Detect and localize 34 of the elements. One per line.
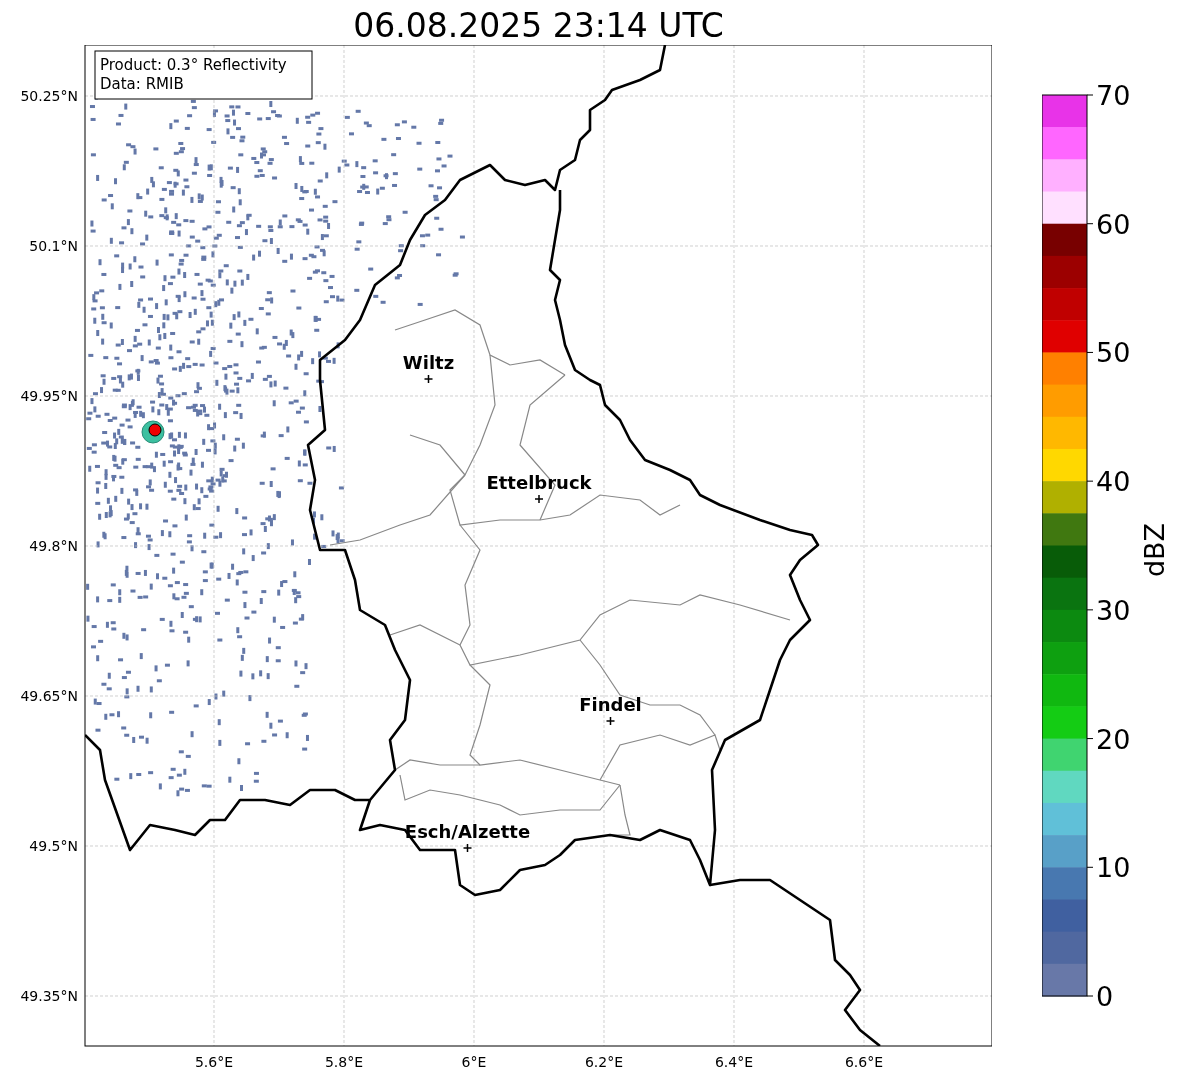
longitude-label: 6.4°E xyxy=(714,1054,754,1070)
city-label: Esch/Alzette xyxy=(404,821,531,842)
colorbar-title: dBZ xyxy=(1139,522,1170,578)
colorbar-tick-label: 60 xyxy=(1096,208,1131,240)
latitude-label: 49.95°N xyxy=(20,388,78,404)
longitude-label: 6.2°E xyxy=(584,1054,624,1070)
city-marker-icon xyxy=(462,843,473,853)
city-label: Wiltz xyxy=(402,352,455,373)
longitude-label: 5.6°E xyxy=(194,1054,234,1070)
colorbar-tick-label: 20 xyxy=(1096,723,1131,755)
latitude-label: 50.1°N xyxy=(29,238,78,254)
colorbar-tick-label: 30 xyxy=(1096,594,1131,626)
colorbar-tick-label: 70 xyxy=(1096,84,1131,111)
latitude-label: 49.5°N xyxy=(29,838,78,854)
colorbar-tick-label: 50 xyxy=(1096,337,1131,369)
city-label: Ettelbruck xyxy=(486,472,592,493)
latitude-label: 50.25°N xyxy=(20,88,78,104)
city-marker-icon xyxy=(423,374,434,384)
latitude-label: 49.35°N xyxy=(20,988,78,1004)
plot-title: 06.08.2025 23:14 UTC xyxy=(352,6,725,45)
longitude-label: 5.8°E xyxy=(324,1054,364,1070)
city-marker-icon xyxy=(605,716,616,726)
colorbar-tick-label: 0 xyxy=(1096,981,1114,1012)
latitude-label: 49.8°N xyxy=(29,538,78,554)
latitude-label: 49.65°N xyxy=(20,688,78,704)
longitude-label: 6.6°E xyxy=(844,1054,884,1070)
colorbar-tick-label: 40 xyxy=(1096,466,1131,498)
city-label: Findel xyxy=(579,694,642,715)
radar-site-icon xyxy=(141,420,165,444)
longitude-label: 6°E xyxy=(461,1054,487,1070)
info-text: Data: RMIB xyxy=(100,75,184,93)
city-marker-icon xyxy=(534,494,544,504)
colorbar-tick-label: 10 xyxy=(1096,852,1131,884)
info-text: Product: 0.3° Reflectivity xyxy=(100,56,287,74)
